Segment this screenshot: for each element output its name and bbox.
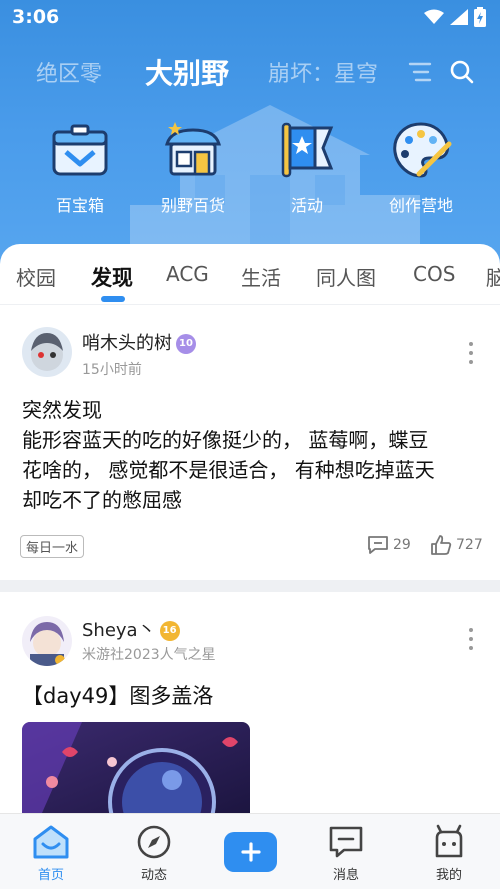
tab-life[interactable]: 生活 <box>241 262 281 291</box>
user-title: 米游社2023人气之星 <box>82 647 216 663</box>
shortcut-label: 活动 <box>290 196 323 215</box>
tab-discover[interactable]: 发现 <box>91 262 133 292</box>
topic-tag[interactable]: 每日一水 <box>20 535 85 558</box>
more-options-icon[interactable] <box>468 628 474 650</box>
battery-charging-icon <box>474 7 486 27</box>
username-text: Sheya丶 <box>82 620 156 641</box>
shortcut-label: 百宝箱 <box>55 196 104 215</box>
post-image[interactable] <box>22 722 250 813</box>
compass-icon <box>137 825 171 859</box>
nav-label: 消息 <box>332 868 359 883</box>
active-tab-indicator <box>101 296 125 302</box>
status-bar: 3:06 <box>0 0 500 34</box>
like-count[interactable]: 727 <box>430 535 483 555</box>
post-card[interactable]: 哨木头的树 10 15小时前 突然发现 能形容蓝天的吃的好像挺少的， 蓝莓啊，蝶豆… <box>0 304 500 580</box>
shortcut-events[interactable]: 活动 <box>252 118 362 216</box>
post-card[interactable]: Sheya丶 16 米游社2023人气之星 【day49】图多盖洛 <box>0 592 500 813</box>
post-title[interactable]: 【day49】图多盖洛 <box>22 680 213 710</box>
post-time: 15小时前 <box>82 362 142 378</box>
nav-label: 首页 <box>37 868 64 883</box>
like-count-text: 727 <box>456 537 483 553</box>
tab-acg[interactable]: ACG <box>166 262 209 286</box>
game-tabs: 绝区零 大别野 崩坏：星穹 <box>0 50 500 94</box>
post-username[interactable]: 哨木头的树 10 <box>82 329 196 355</box>
category-tabs: 校园 发现 ACG 生活 同人图 COS 脑 <box>0 244 500 304</box>
post-line: 花啥的， 感觉都不是很适合， 有种想吃掉蓝天 <box>22 458 435 482</box>
status-time: 3:06 <box>12 6 60 28</box>
post-content[interactable]: 突然发现 能形容蓝天的吃的好像挺少的， 蓝莓啊，蝶豆 花啥的， 感觉都不是很适合… <box>22 395 482 515</box>
tab-more[interactable]: 脑 <box>486 262 500 291</box>
search-icon[interactable] <box>448 58 476 86</box>
avatar[interactable] <box>22 616 72 666</box>
shortcut-grid: 百宝箱 别野百货 活动 创作营地 <box>0 118 500 228</box>
avatar[interactable] <box>22 327 72 377</box>
post-line: 突然发现 <box>22 398 102 422</box>
comment-icon <box>368 536 388 554</box>
post-username[interactable]: Sheya丶 16 <box>82 616 180 642</box>
post-line: 却吃不了的憋屈感 <box>22 488 182 512</box>
thumbs-up-icon <box>431 535 452 555</box>
tab-campus[interactable]: 校园 <box>16 262 56 291</box>
event-flag-icon <box>281 122 334 178</box>
nav-label: 我的 <box>435 868 462 883</box>
post-line: 能形容蓝天的吃的好像挺少的， 蓝莓啊，蝶豆 <box>22 428 429 452</box>
palette-icon <box>393 122 452 178</box>
nav-messages[interactable]: 消息 <box>311 824 381 883</box>
signal-icon <box>450 9 468 25</box>
more-options-icon[interactable] <box>468 342 474 364</box>
game-tab-starrail[interactable]: 崩坏：星穹 <box>268 56 378 88</box>
profile-icon <box>435 824 463 858</box>
treasure-box-icon <box>52 124 108 176</box>
nav-label: 动态 <box>140 868 167 883</box>
add-icon <box>240 842 261 862</box>
tab-cos[interactable]: COS <box>413 262 455 286</box>
shortcut-treasure-box[interactable]: 百宝箱 <box>25 118 135 216</box>
game-tab-villa[interactable]: 大别野 <box>145 52 229 92</box>
add-post-button[interactable] <box>224 832 277 872</box>
nav-home[interactable]: 首页 <box>16 824 86 883</box>
shop-icon <box>165 122 221 176</box>
wifi-icon <box>424 9 444 24</box>
shortcut-label: 创作营地 <box>388 196 453 215</box>
home-icon <box>33 825 69 859</box>
filter-icon[interactable] <box>406 58 434 86</box>
comment-count-text: 29 <box>393 537 411 553</box>
level-badge: 10 <box>176 334 196 354</box>
shortcut-creator-camp[interactable]: 创作营地 <box>366 118 476 216</box>
shortcut-villa-shop[interactable]: 别野百货 <box>138 118 248 216</box>
tab-fanart[interactable]: 同人图 <box>316 262 376 291</box>
bottom-nav: 首页 动态 消息 我的 <box>0 813 500 889</box>
level-badge: 16 <box>159 621 180 641</box>
nav-profile[interactable]: 我的 <box>414 824 484 883</box>
nav-feed[interactable]: 动态 <box>119 824 189 883</box>
comment-count[interactable]: 29 <box>367 535 411 555</box>
shortcut-label: 别野百货 <box>160 196 225 215</box>
game-tab-zzz[interactable]: 绝区零 <box>36 56 102 88</box>
message-icon <box>329 826 363 858</box>
username-text: 哨木头的树 <box>82 333 172 354</box>
